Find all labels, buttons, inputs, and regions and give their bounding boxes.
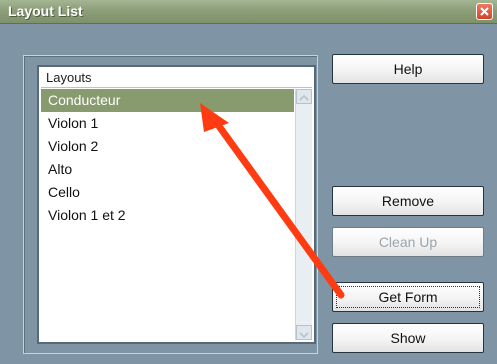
- list-item-conducteur[interactable]: Conducteur: [41, 89, 294, 112]
- list-item-alto[interactable]: Alto: [41, 158, 294, 181]
- window-title: Layout List: [8, 3, 83, 19]
- vertical-scrollbar[interactable]: [295, 89, 312, 340]
- scroll-down-button[interactable]: [296, 325, 312, 340]
- help-button[interactable]: Help: [332, 54, 484, 84]
- scroll-up-button[interactable]: [296, 89, 312, 104]
- list-header: Layouts: [41, 68, 312, 88]
- list-item-violon-1[interactable]: Violon 1: [41, 112, 294, 135]
- clean-up-button[interactable]: Clean Up: [332, 227, 484, 257]
- chevron-down-icon: [299, 332, 309, 339]
- chevron-up-icon: [299, 94, 309, 101]
- layouts-listbox[interactable]: Layouts Conducteur Violon 1 Violon 2 Alt…: [37, 65, 316, 344]
- title-bar: Layout List: [0, 0, 497, 24]
- show-button[interactable]: Show: [332, 323, 484, 353]
- layout-items: Conducteur Violon 1 Violon 2 Alto Cello …: [41, 89, 294, 227]
- close-icon[interactable]: [476, 3, 493, 20]
- remove-button[interactable]: Remove: [332, 186, 484, 216]
- list-item-violon-1-et-2[interactable]: Violon 1 et 2: [41, 204, 294, 227]
- get-form-button[interactable]: Get Form: [332, 282, 484, 312]
- list-item-violon-2[interactable]: Violon 2: [41, 135, 294, 158]
- list-item-cello[interactable]: Cello: [41, 181, 294, 204]
